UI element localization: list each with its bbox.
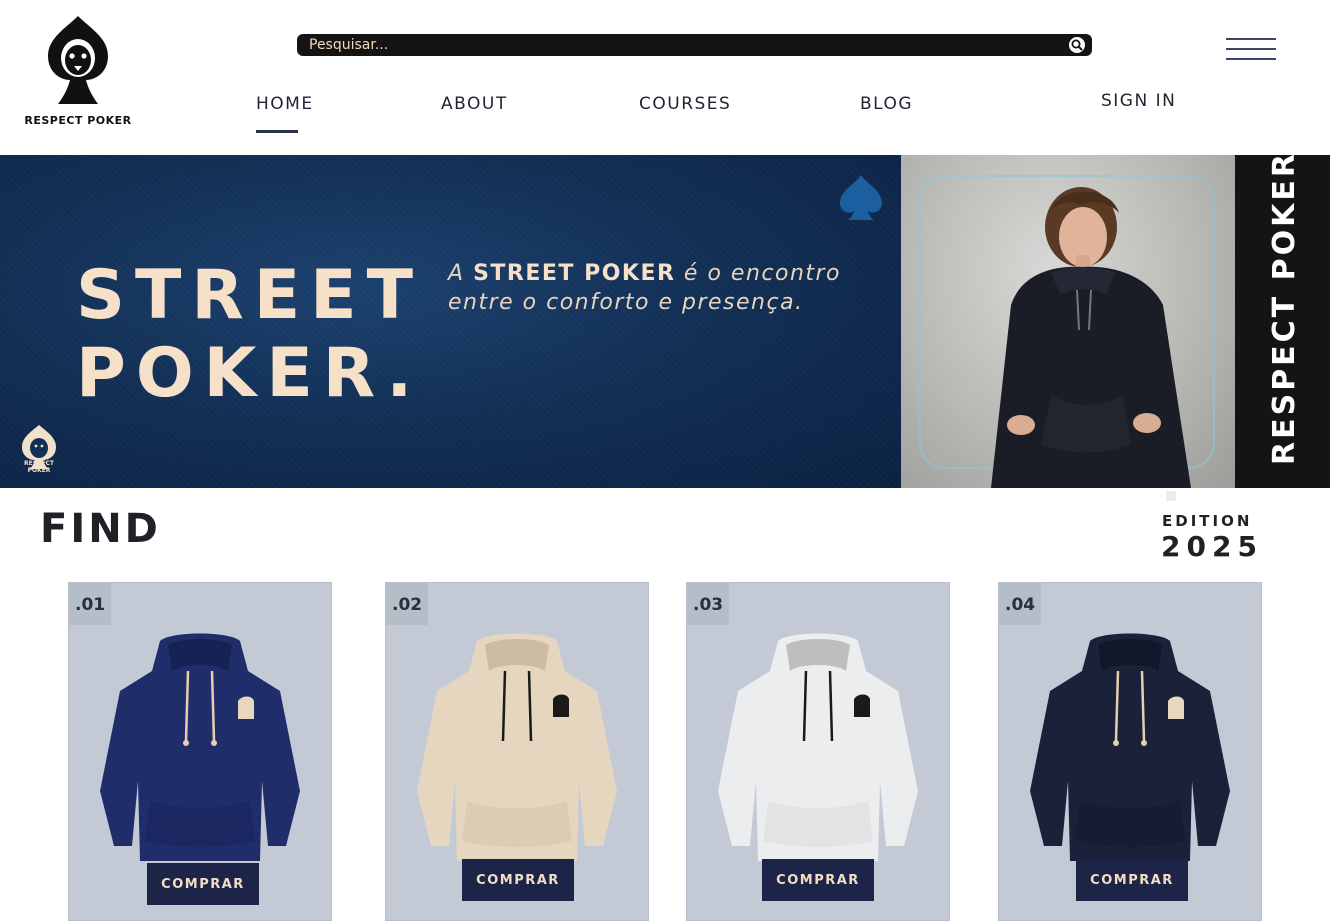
product-number: .03 [687,583,729,625]
site-header: RESPECT POKER HOME ABOUT COURSES BLOG SI… [0,0,1330,155]
decorative-square [1166,491,1176,501]
hoodie-white-image [718,633,918,861]
product-card[interactable]: .04 COMPRAR [998,582,1262,921]
model-figure [991,187,1191,488]
buy-button[interactable]: COMPRAR [462,859,574,901]
nav-home[interactable]: HOME [256,94,314,114]
product-card[interactable]: .03 COMPRAR [686,582,950,921]
hoodie-navy-image [100,633,300,861]
banner-tagline: A STREET POKER é o encontro entre o conf… [448,259,868,317]
buy-button[interactable]: COMPRAR [1076,859,1188,901]
spade-icon [840,175,882,220]
banner-logo-wordmark: RESPECT POKER [23,460,55,474]
hamburger-menu-icon[interactable] [1226,36,1276,64]
brand-side-panel: RESPECT POKER [1235,155,1330,488]
tagline-brand: STREET POKER [473,261,676,286]
nav-sign-in[interactable]: SIGN IN [1101,91,1176,111]
nav-courses[interactable]: COURSES [639,94,731,114]
brand-logo[interactable]: RESPECT POKER [22,14,134,132]
search-icon[interactable] [1068,36,1086,54]
headline-line-2: POKER. [76,334,423,413]
model-photo [901,155,1235,488]
product-number: .01 [69,583,111,625]
edition-year: 2025 [1161,530,1263,563]
logo-wordmark: RESPECT POKER [24,114,132,127]
tagline-prefix: A [448,261,465,286]
search-bar [297,34,1092,56]
hoodie-beige-image [417,633,617,861]
section-title: FIND [40,506,161,552]
headline-line-1: STREET [76,256,424,335]
nav-about[interactable]: ABOUT [441,94,508,114]
product-number: .02 [386,583,428,625]
hero-banner[interactable]: STREET POKER. A STREET POKER é o encontr… [0,155,1330,488]
buy-button[interactable]: COMPRAR [762,859,874,901]
buy-button[interactable]: COMPRAR [147,863,259,905]
search-input[interactable] [309,34,1049,56]
nav-active-indicator [256,130,298,133]
nav-blog[interactable]: BLOG [860,94,913,114]
banner-headline: STREET POKER. [76,257,423,413]
hoodie-dark-navy-image [1030,633,1230,861]
product-number: .04 [999,583,1041,625]
product-card[interactable]: .02 COMPRAR [385,582,649,921]
lion-spade-icon [48,16,108,104]
edition-label: EDITION [1162,512,1253,530]
side-brand-text: RESPECT POKER [1267,155,1302,465]
product-card[interactable]: .01 COMPRAR [68,582,332,921]
